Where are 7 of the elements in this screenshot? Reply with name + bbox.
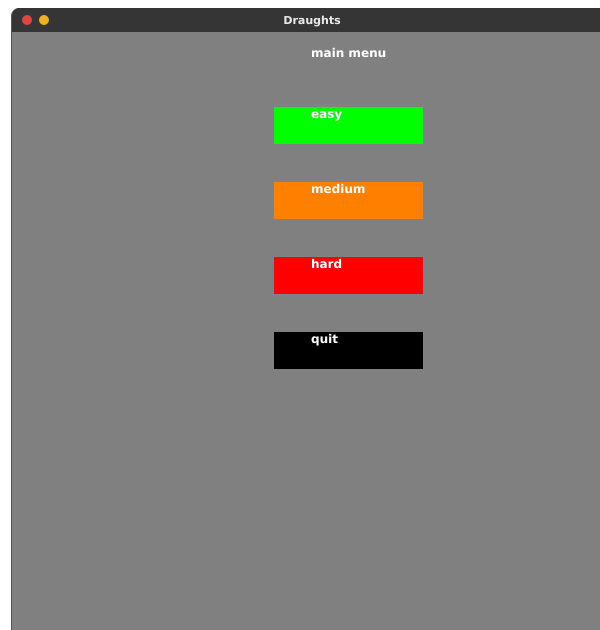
window-title: Draughts xyxy=(283,14,341,26)
menu-heading: main menu xyxy=(311,46,388,62)
menu-button[interactable]: medium xyxy=(274,182,423,219)
close-button[interactable] xyxy=(22,15,32,25)
menu-button[interactable]: quit xyxy=(274,332,423,369)
menu-button[interactable]: hard xyxy=(274,257,423,294)
minimize-button[interactable] xyxy=(39,15,49,25)
